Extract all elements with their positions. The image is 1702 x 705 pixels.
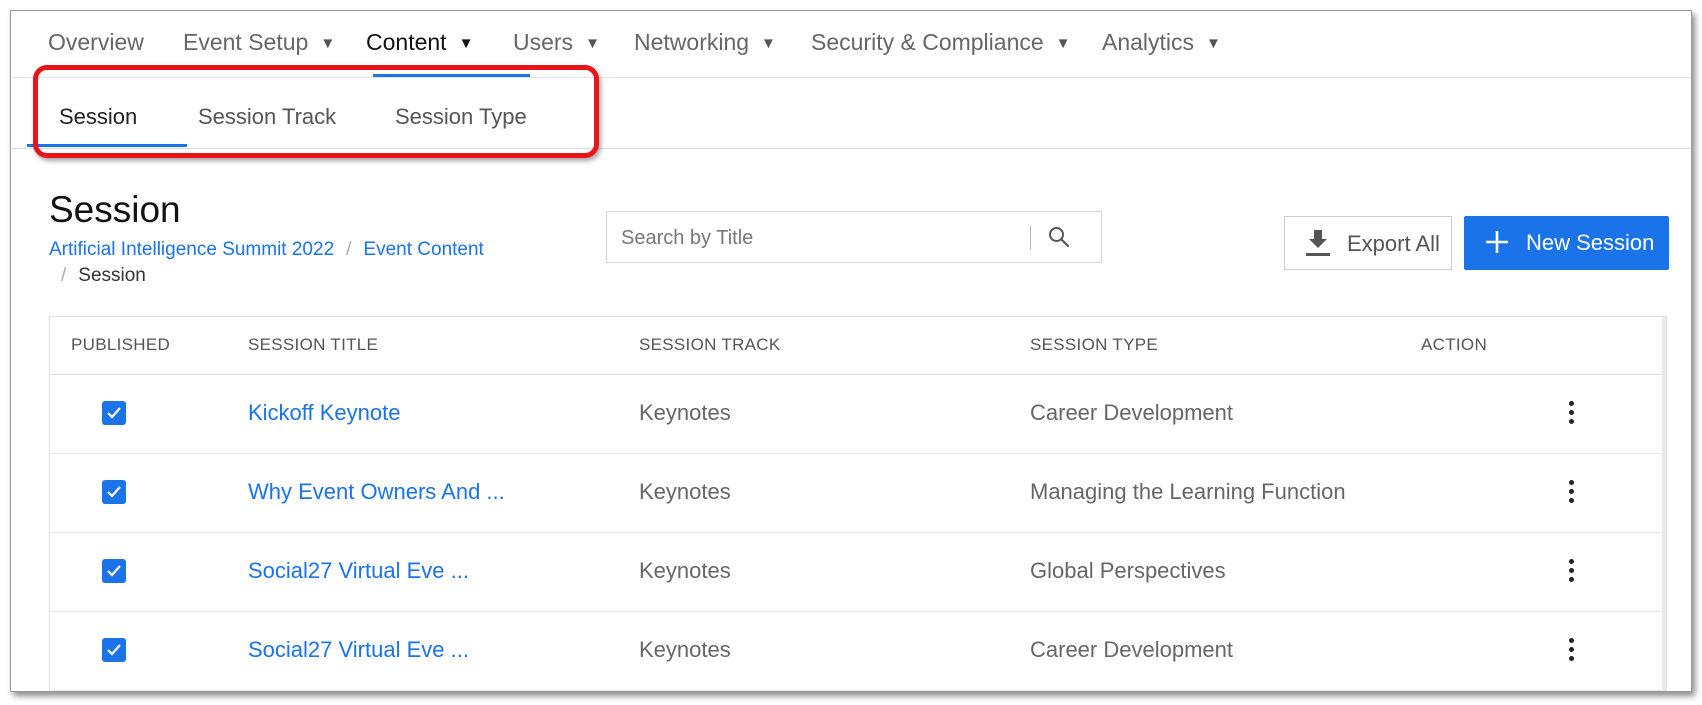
nav-event-setup[interactable]: Event Setup ▼	[183, 29, 335, 56]
table-header: PUBLISHED SESSION TITLE SESSION TRACK SE…	[50, 317, 1666, 375]
search-divider	[1030, 226, 1031, 250]
more-options-icon[interactable]	[1562, 556, 1582, 586]
column-header-published[interactable]: PUBLISHED	[71, 335, 170, 355]
table-row: Kickoff Keynote Keynotes Career Developm…	[50, 374, 1666, 454]
session-track-cell: Keynotes	[639, 637, 731, 662]
download-icon	[1306, 230, 1330, 256]
table-scrollbar[interactable]	[1662, 317, 1666, 691]
column-header-session-track[interactable]: SESSION TRACK	[639, 335, 781, 355]
caret-down-icon: ▼	[1055, 35, 1071, 52]
nav-event-setup-label: Event Setup	[183, 29, 309, 55]
nav-analytics-label: Analytics	[1102, 29, 1195, 55]
caret-down-icon: ▼	[761, 35, 776, 52]
nav-overview[interactable]: Overview	[48, 29, 144, 56]
tab-session-track[interactable]: Session Track	[198, 104, 336, 130]
export-all-label: Export All	[1347, 231, 1440, 256]
search-box	[606, 211, 1102, 264]
session-type-cell: Managing the Learning Function	[1030, 479, 1346, 504]
more-options-icon[interactable]	[1562, 398, 1582, 428]
tab-active-indicator	[27, 144, 187, 147]
sessions-table: PUBLISHED SESSION TITLE SESSION TRACK SE…	[49, 316, 1667, 691]
checkmark-icon	[107, 407, 121, 419]
session-title-link[interactable]: Social27 Virtual Eve ...	[248, 637, 469, 663]
caret-down-icon: ▼	[320, 35, 336, 52]
nav-networking-label: Networking	[634, 29, 750, 55]
caret-down-icon: ▼	[1206, 35, 1221, 52]
session-track-cell: Keynotes	[639, 558, 731, 583]
nav-overview-label: Overview	[48, 29, 144, 55]
more-options-icon[interactable]	[1562, 635, 1582, 665]
search-input[interactable]	[619, 212, 1033, 264]
nav-users[interactable]: Users ▼	[513, 29, 600, 56]
breadcrumb-event-link[interactable]: Artificial Intelligence Summit 2022	[49, 239, 334, 260]
breadcrumb-separator: /	[346, 239, 352, 260]
sub-tabs: Session Session Track Session Type	[11, 78, 1691, 149]
nav-networking[interactable]: Networking ▼	[634, 29, 776, 56]
session-title-link[interactable]: Social27 Virtual Eve ...	[248, 558, 469, 584]
page-title: Session	[49, 189, 181, 230]
breadcrumb: Artificial Intelligence Summit 2022 / Even…	[49, 237, 589, 289]
nav-content[interactable]: Content ▼	[366, 29, 473, 56]
checkmark-icon	[107, 486, 121, 498]
breadcrumb-separator: /	[61, 265, 67, 286]
session-title-link[interactable]: Why Event Owners And ...	[248, 479, 505, 505]
caret-down-icon: ▼	[585, 35, 600, 52]
more-options-icon[interactable]	[1562, 477, 1582, 507]
session-track-cell: Keynotes	[639, 479, 731, 504]
nav-users-label: Users	[513, 29, 574, 55]
table-row: Social27 Virtual Eve ... Keynotes Global…	[50, 532, 1666, 612]
nav-security-label: Security & Compliance	[811, 29, 1044, 55]
published-checkbox[interactable]	[102, 401, 126, 425]
breadcrumb-current: Session	[78, 265, 146, 286]
published-checkbox[interactable]	[102, 480, 126, 504]
nav-security-compliance[interactable]: Security & Compliance ▼	[811, 29, 1071, 56]
tab-session-type[interactable]: Session Type	[395, 104, 527, 130]
table-row: Social27 Virtual Eve ... Keynotes Career…	[50, 611, 1666, 691]
top-navigation: Overview Event Setup ▼ Content ▼ Users ▼ Ne…	[11, 11, 1691, 78]
checkmark-icon	[107, 565, 121, 577]
table-row: Why Event Owners And ... Keynotes Managi…	[50, 453, 1666, 533]
session-title-link[interactable]: Kickoff Keynote	[248, 400, 400, 426]
session-track-cell: Keynotes	[639, 400, 731, 425]
new-session-button[interactable]: New Session	[1464, 216, 1669, 270]
caret-down-icon: ▼	[458, 35, 474, 52]
new-session-label: New Session	[1526, 230, 1655, 255]
breadcrumb-event-content-link[interactable]: Event Content	[363, 239, 483, 260]
session-type-cell: Career Development	[1030, 637, 1233, 662]
search-icon[interactable]	[1047, 225, 1071, 249]
session-type-cell: Career Development	[1030, 400, 1233, 425]
column-header-action: ACTION	[1421, 335, 1488, 354]
export-all-button[interactable]: Export All	[1284, 216, 1452, 270]
column-header-session-title[interactable]: SESSION TITLE	[248, 335, 378, 355]
published-checkbox[interactable]	[102, 559, 126, 583]
plus-icon	[1486, 231, 1508, 253]
nav-content-label: Content	[366, 29, 447, 55]
nav-analytics[interactable]: Analytics ▼	[1102, 29, 1221, 56]
column-header-session-type[interactable]: SESSION TYPE	[1030, 335, 1158, 355]
checkmark-icon	[107, 644, 121, 656]
session-type-cell: Global Perspectives	[1030, 558, 1226, 583]
nav-active-indicator	[373, 74, 530, 77]
app-window: Overview Event Setup ▼ Content ▼ Users ▼ Ne…	[10, 10, 1692, 692]
tab-session[interactable]: Session	[59, 104, 137, 130]
published-checkbox[interactable]	[102, 638, 126, 662]
